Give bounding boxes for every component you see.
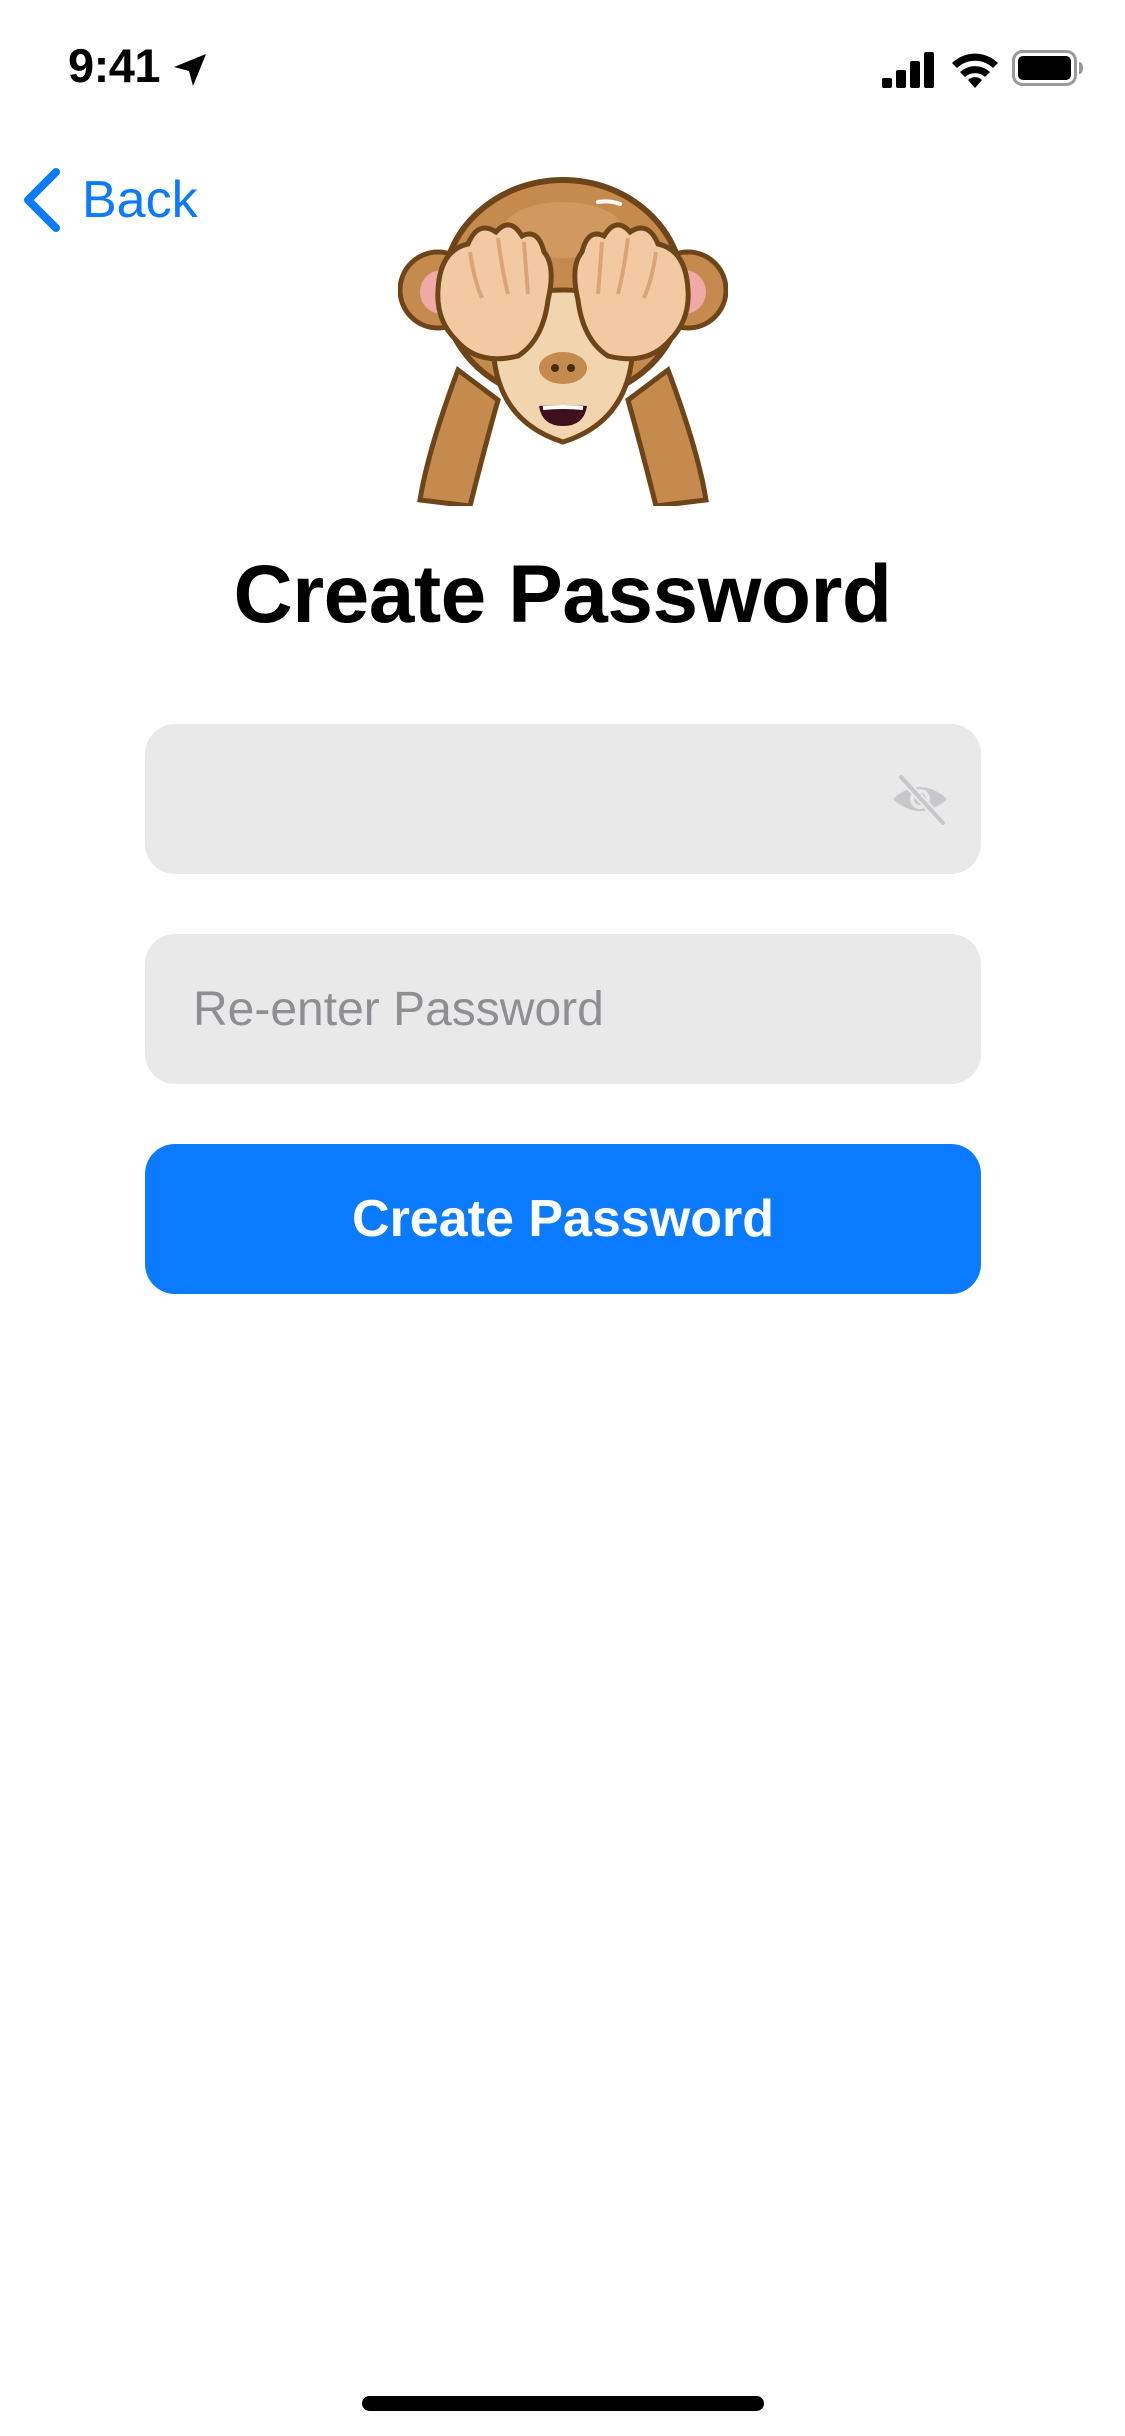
- page-title: Create Password: [233, 549, 892, 640]
- status-time: 9:41: [68, 39, 161, 92]
- password-field[interactable]: [145, 724, 981, 874]
- wifi-icon: [952, 53, 998, 88]
- see-no-evil-monkey-icon: [398, 177, 728, 506]
- chevron-left-icon: [24, 168, 60, 232]
- reenter-password-field[interactable]: [145, 934, 981, 1084]
- reenter-password-input[interactable]: [193, 934, 893, 1084]
- eye-slash-icon[interactable]: [889, 769, 951, 829]
- back-label: Back: [82, 171, 198, 229]
- password-input[interactable]: [193, 724, 893, 874]
- cellular-signal-icon: [882, 52, 934, 88]
- location-arrow-icon: [174, 54, 206, 86]
- battery-icon: [1012, 50, 1083, 86]
- back-button[interactable]: Back: [20, 160, 198, 240]
- status-bar: 9:41: [0, 0, 1125, 140]
- create-password-screen: 9:41 Back Create Password Create Passwor…: [0, 0, 1125, 2436]
- home-indicator[interactable]: [362, 2396, 764, 2411]
- create-password-button[interactable]: Create Password: [145, 1144, 981, 1294]
